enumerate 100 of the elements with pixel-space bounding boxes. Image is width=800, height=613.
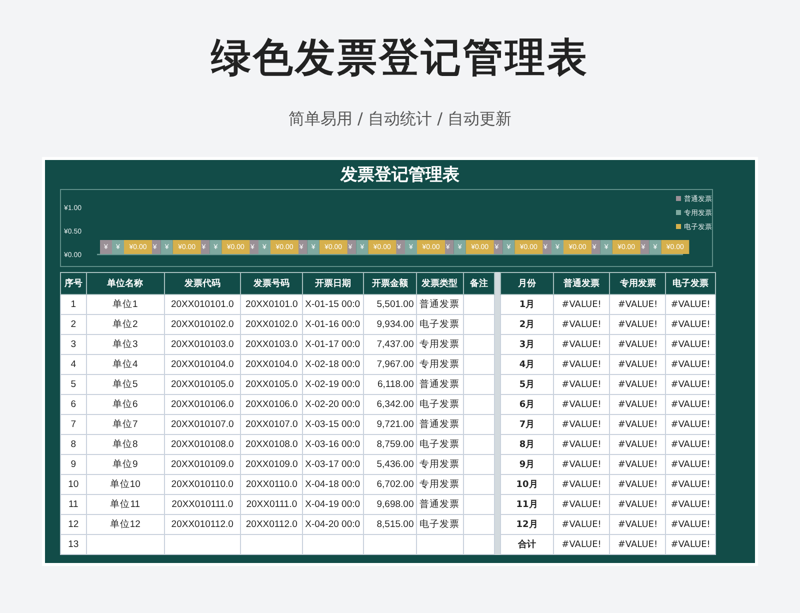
table-cell: 20XX0108.0 [246, 439, 298, 450]
table-cell: #VALUE! [562, 360, 602, 370]
table-cell: 20XX010102.0 [170, 319, 234, 330]
table-cell: 20XX010109.0 [170, 459, 234, 470]
table-cell: 单位7 [112, 419, 138, 430]
table-cell: 20XX010105.0 [170, 379, 234, 390]
table-cell: 8 [70, 439, 76, 450]
table-cell: 20XX0112.0 [246, 519, 298, 530]
table-cell: 6,702.00 [376, 479, 414, 490]
table-cell: #VALUE! [562, 500, 602, 510]
table-cell: X-02-20 00:0 [305, 399, 360, 410]
table-cell: 单位9 [112, 459, 138, 470]
table-cell: #VALUE! [670, 340, 710, 350]
table-cell: 6月 [519, 400, 535, 410]
table-cell: 10月 [516, 480, 538, 490]
table-cell: 3 [70, 339, 76, 350]
table-cell: 专用发票 [420, 359, 460, 370]
table-cell: 5 [70, 379, 76, 390]
table-cell: 7,437.00 [376, 339, 414, 350]
table-cell: 单位2 [112, 319, 138, 330]
table-cell: 合计 [518, 540, 536, 550]
column-header: 普通发票 [553, 272, 610, 294]
table-cell: X-04-18 00:0 [305, 479, 360, 490]
table-cell: 10 [68, 479, 79, 490]
table-cell: X-01-16 00:0 [305, 319, 360, 330]
table-cell: 电子发票 [420, 439, 460, 450]
table-cell: #VALUE! [618, 540, 658, 550]
table-cell: 电子发票 [420, 319, 460, 330]
table-cell: 单位11 [110, 499, 140, 510]
table-cell: #VALUE! [562, 340, 602, 350]
table-cell: #VALUE! [670, 360, 710, 370]
table-cell: #VALUE! [562, 520, 602, 530]
table-cell: X-04-20 00:0 [305, 519, 360, 530]
table-cell: 20XX0111.0 [246, 499, 298, 510]
table-cell: 9 [70, 459, 76, 470]
table-cell: 5月 [519, 380, 535, 390]
table-cell: #VALUE! [670, 440, 710, 450]
table-cell: 9,721.00 [376, 419, 414, 430]
table-cell: 电子发票 [420, 519, 460, 530]
column-header: 开票日期 [302, 272, 364, 294]
table-cell: 20XX010107.0 [170, 419, 234, 430]
table-cell: 20XX0107.0 [246, 419, 298, 430]
column-header: 单位名称 [86, 272, 164, 294]
table-cell: #VALUE! [618, 360, 658, 370]
table-cell: 单位3 [112, 339, 138, 350]
table-cell: 1月 [519, 300, 535, 310]
table-cell: X-03-16 00:0 [305, 439, 360, 450]
table-cell: 12月 [516, 520, 538, 530]
table-cell: 11 [68, 499, 78, 510]
table-cell: #VALUE! [670, 540, 710, 550]
table-cell: #VALUE! [618, 340, 658, 350]
table-cell: 6,118.00 [377, 379, 414, 390]
table-cell: 4 [70, 359, 76, 370]
table-cell: #VALUE! [618, 500, 658, 510]
column-header: 发票号码 [240, 272, 303, 294]
table-cell: #VALUE! [562, 540, 602, 550]
column-header: 发票类型 [416, 272, 464, 294]
column-header: 序号 [60, 272, 86, 294]
table-cell: #VALUE! [670, 520, 710, 530]
table-cell: 7 [70, 419, 76, 430]
table-cell: X-03-17 00:0 [305, 459, 360, 470]
column-header: 月份 [500, 272, 554, 294]
table-cell: #VALUE! [618, 520, 658, 530]
table-cell: 20XX0104.0 [246, 359, 298, 370]
table-cell: 20XX0109.0 [246, 459, 298, 470]
table-cell: #VALUE! [562, 300, 602, 310]
table-cell: 7,967.00 [376, 359, 414, 370]
table-cell: 单位1 [112, 299, 138, 310]
table-cell: 2月 [519, 320, 535, 330]
table-cell: 单位5 [112, 379, 138, 390]
table-cell: #VALUE! [618, 380, 658, 390]
column-header: 开票金额 [364, 272, 416, 294]
table-cell: #VALUE! [670, 420, 710, 430]
table-cell: 20XX0103.0 [246, 339, 298, 350]
table-cell: 20XX0110.0 [246, 479, 298, 490]
table-cell: 20XX010112.0 [171, 519, 234, 530]
table-cell: 6,342.00 [376, 399, 414, 410]
table-cell: 普通发票 [420, 499, 460, 510]
sheet-title: 发票登记管理表 [339, 164, 460, 186]
table-cell: 4月 [519, 360, 535, 370]
column-header: 发票代码 [164, 272, 241, 294]
table-cell: 专用发票 [420, 479, 460, 490]
table-cell: #VALUE! [562, 480, 602, 490]
table-cell: #VALUE! [618, 460, 658, 470]
table-cell: 20XX010101.0 [170, 299, 234, 310]
table-cell: 5,436.00 [376, 459, 414, 470]
table-cell: X-04-19 00:0 [305, 499, 360, 510]
table-cell: 20XX010111.0 [172, 499, 234, 510]
table-cell: #VALUE! [562, 400, 602, 410]
table-cell: 20XX0105.0 [246, 379, 298, 390]
column-header: 专用发票 [610, 272, 666, 294]
table-cell: 普通发票 [420, 419, 460, 430]
table-cell: #VALUE! [618, 320, 658, 330]
table-cell: #VALUE! [562, 380, 602, 390]
table-cell: 5,501.00 [376, 299, 414, 310]
table-cell: #VALUE! [618, 300, 658, 310]
table-cell: 9,698.00 [376, 499, 414, 510]
table-cell: 20XX010106.0 [170, 399, 234, 410]
table-cell: 6 [70, 399, 76, 410]
table-cell: X-01-17 00:0 [305, 339, 360, 350]
